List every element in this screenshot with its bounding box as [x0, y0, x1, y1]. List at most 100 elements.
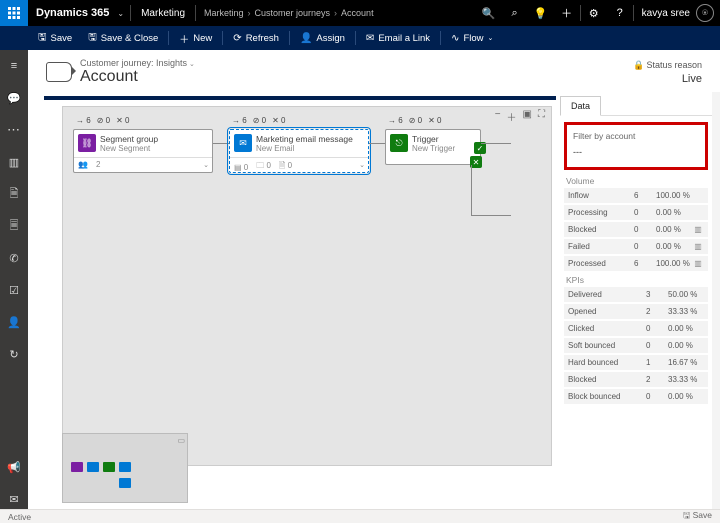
zoom-in-icon[interactable]: ＋: [507, 109, 517, 124]
chevron-down-icon: ⌄: [488, 34, 494, 42]
people-icon: 👥: [78, 160, 88, 169]
email-link-button[interactable]: ✉Email a Link: [358, 26, 438, 50]
metric-count: 6: [634, 259, 656, 268]
metric-label: Failed: [568, 242, 634, 251]
metric-label: Soft bounced: [568, 341, 646, 350]
plus-icon: ＋: [179, 31, 189, 46]
metric-pct: 0.00 %: [656, 242, 692, 251]
chart-icon[interactable]: ▥: [692, 225, 704, 234]
area-name[interactable]: Marketing: [131, 8, 195, 19]
tab-data[interactable]: Data: [560, 96, 601, 116]
tile-title: Segment group: [100, 134, 158, 144]
tile-subtitle: New Segment: [100, 144, 158, 153]
rail-announce-icon[interactable]: 📢: [0, 457, 28, 477]
metric-count: 3: [646, 290, 668, 299]
metric-pct: 33.33 %: [668, 307, 704, 316]
metric-row: Processed6100.00 %▥: [564, 256, 708, 271]
save-button[interactable]: 🖫Save: [30, 26, 80, 50]
help-icon[interactable]: ?: [607, 7, 633, 19]
metric-count: 0: [634, 225, 656, 234]
zoom-out-icon[interactable]: −: [495, 109, 501, 124]
tile-trigger[interactable]: → 6 ⊘ 0 ✕ 0 ⎋ Trigger New Trigger: [385, 129, 481, 165]
megaphone-icon: [46, 62, 72, 82]
rail-phone-icon[interactable]: ✆: [0, 248, 28, 268]
main-area: Customer journey: Insights⌄ Account 🔒Sta…: [28, 50, 720, 509]
connector: [471, 215, 511, 216]
chart-icon[interactable]: ▥: [692, 242, 704, 251]
metric-label: Processing: [568, 208, 634, 217]
rail-sync-icon[interactable]: ↻: [0, 344, 28, 364]
metric-pct: 0.00 %: [668, 392, 704, 401]
metric-row: Opened233.33 %: [564, 304, 708, 319]
assign-label: Assign: [316, 33, 345, 44]
crumb[interactable]: Customer journeys: [255, 8, 331, 18]
rail-mail-icon[interactable]: ✉: [0, 489, 28, 509]
crumb[interactable]: Marketing: [204, 8, 244, 18]
flow-label: Flow: [463, 33, 483, 44]
refresh-button[interactable]: ⟳Refresh: [225, 26, 287, 50]
settings-icon[interactable]: ⚙: [581, 7, 607, 20]
metric-pct: 100.00 %: [656, 191, 692, 200]
flow-button[interactable]: ∿Flow⌄: [443, 26, 501, 50]
rail-chart-icon[interactable]: ▥: [0, 152, 28, 172]
rail-task-icon[interactable]: ☑: [0, 280, 28, 300]
brand-chevron-icon[interactable]: ⌄: [117, 9, 124, 18]
app-launcher-icon[interactable]: [0, 0, 28, 26]
user-avatar-icon[interactable]: ⍟: [696, 4, 714, 22]
rail-more-icon[interactable]: ⋯: [0, 120, 28, 140]
view-selector[interactable]: Customer journey: Insights⌄: [80, 58, 195, 68]
metric-count: 1: [646, 358, 668, 367]
assign-icon: 👤: [300, 33, 312, 44]
tile-email-message[interactable]: → 6 ⊘ 0 ✕ 0 ✉ Marketing email message Ne…: [229, 129, 369, 173]
metric-label: Blocked: [568, 225, 634, 234]
metric-label: Clicked: [568, 324, 646, 333]
breadcrumb: Marketing› Customer journeys› Account: [196, 8, 382, 18]
tile-subtitle: New Email: [256, 144, 353, 153]
insights-panel: Data Filter by account --- Volume Inflow…: [560, 96, 712, 509]
minimap[interactable]: ▭: [62, 433, 188, 503]
mail-icon: ✉: [366, 33, 374, 44]
search-icon[interactable]: 🔍: [476, 7, 502, 20]
brand-name[interactable]: Dynamics 365: [28, 7, 117, 19]
assistant-icon[interactable]: 💡: [528, 7, 554, 20]
add-icon[interactable]: ＋: [554, 5, 580, 21]
expand-icon[interactable]: ▭: [177, 436, 185, 445]
chevron-down-icon[interactable]: ⌄: [359, 161, 365, 169]
filter-by-account[interactable]: Filter by account ---: [564, 122, 708, 170]
scrollbar[interactable]: [712, 92, 720, 509]
command-bar: 🖫Save 🖫Save & Close ＋New ⟳Refresh 👤Assig…: [0, 26, 720, 50]
metric-label: Opened: [568, 307, 646, 316]
rail-menu-icon[interactable]: ≡: [0, 56, 28, 76]
chevron-down-icon[interactable]: ⌄: [203, 161, 209, 169]
nav-rail: ≡ 💬 ⋯ ▥ 🗎 🗏 ✆ ☑ 👤 ↻ 📢 ✉: [0, 50, 28, 509]
connector: [369, 143, 385, 144]
metric-row: Clicked00.00 %: [564, 321, 708, 336]
status-left: Active: [8, 512, 31, 522]
user-name[interactable]: kavya sree: [634, 8, 696, 19]
journey-canvas[interactable]: − ＋ ▣ ⛶ → 6 ⊘ 0 ✕ 0: [62, 106, 552, 466]
new-button[interactable]: ＋New: [171, 26, 220, 50]
crumb[interactable]: Account: [341, 8, 374, 18]
rail-note-icon[interactable]: 🗏: [0, 216, 28, 236]
segment-icon: ⛓: [78, 134, 96, 152]
metric-row: Inflow6100.00 %: [564, 188, 708, 203]
task-icon[interactable]: ⌕: [502, 7, 528, 20]
tile-footer: ▤ 0 🗀 0 🗎 0 ⌄: [230, 157, 368, 176]
save-icon: 🖫: [38, 30, 47, 47]
metric-label: Block bounced: [568, 392, 646, 401]
rail-doc-icon[interactable]: 🗎: [0, 184, 28, 204]
status-save[interactable]: 🖫 Save: [683, 510, 712, 523]
rail-contact-icon[interactable]: 👤: [0, 312, 28, 332]
metric-pct: 33.33 %: [668, 375, 704, 384]
trigger-icon: ⎋: [390, 134, 408, 152]
save-close-label: Save & Close: [101, 33, 159, 44]
refresh-label: Refresh: [246, 33, 279, 44]
rail-chat-icon[interactable]: 💬: [0, 88, 28, 108]
global-header: Dynamics 365 ⌄ Marketing Marketing› Cust…: [0, 0, 720, 26]
tile-segment-group[interactable]: → 6 ⊘ 0 ✕ 0 ⛓ Segment group New Segment: [73, 129, 213, 173]
assign-button[interactable]: 👤 Assign: [292, 26, 353, 50]
fullscreen-icon[interactable]: ⛶: [538, 109, 545, 124]
chart-icon[interactable]: ▥: [692, 259, 704, 268]
fit-icon[interactable]: ▣: [523, 109, 532, 124]
save-close-button[interactable]: 🖫Save & Close: [80, 26, 166, 50]
